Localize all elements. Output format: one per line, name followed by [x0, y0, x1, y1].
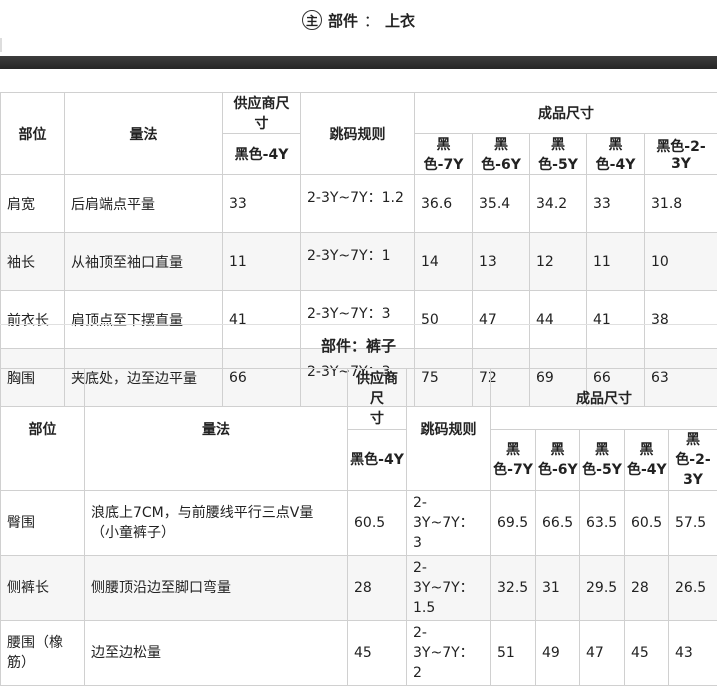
- section-sep: ：: [351, 335, 366, 356]
- cell-value: 13: [473, 233, 530, 291]
- header-size: 黑色-6Y: [536, 430, 580, 491]
- cell-value: 57.5: [669, 491, 717, 556]
- header-finished: 成品尺寸: [491, 369, 717, 430]
- header-supplier-size: 黑色-4Y: [348, 430, 407, 491]
- cell-supplier: 33: [223, 175, 301, 233]
- cell-value: 28: [625, 556, 669, 621]
- header-size: 黑色-4Y: [625, 430, 669, 491]
- cell-value: 45: [625, 621, 669, 686]
- divider: [0, 38, 2, 52]
- divider-bar: [0, 56, 717, 69]
- cell-rule: 2-3Y~7Y：3: [407, 491, 491, 556]
- header-rule: 跳码规则: [407, 369, 491, 491]
- header-size: 黑色-6Y: [473, 134, 530, 175]
- cell-value: 66.5: [536, 491, 580, 556]
- cell-supplier: 28: [348, 556, 407, 621]
- header-supplier-size: 黑色-4Y: [223, 134, 301, 175]
- cell-value: 33: [587, 175, 645, 233]
- cell-rule: 2-3Y~7Y：1.2: [301, 175, 415, 233]
- table-row: 袖长 从袖顶至袖口直量 11 2-3Y~7Y：1 14 13 12 11 10: [1, 233, 717, 291]
- cell-method: 浪底上7CM，与前腰线平行三点V量（小童裤子）: [85, 491, 348, 556]
- cell-value: 49: [536, 621, 580, 686]
- cell-value: 35.4: [473, 175, 530, 233]
- cell-value: 26.5: [669, 556, 717, 621]
- header-rule: 跳码规则: [301, 93, 415, 175]
- table-row: 肩宽 后肩端点平量 33 2-3Y~7Y：1.2 36.6 35.4 34.2 …: [1, 175, 717, 233]
- header-supplier: 供应商尺寸: [348, 369, 407, 430]
- section-label: 部件: [321, 335, 351, 356]
- header-size: 黑色-5Y: [530, 134, 587, 175]
- header-part: 部位: [1, 93, 65, 175]
- header-size: 黑色-4Y: [587, 134, 645, 175]
- cell-value: 43: [669, 621, 717, 686]
- pants-size-table: 部位 量法 供应商尺寸 跳码规则 成品尺寸 黑色-4Y 黑色-7Y 黑色-6Y …: [0, 368, 717, 686]
- cell-supplier: 11: [223, 233, 301, 291]
- cell-value: 34.2: [530, 175, 587, 233]
- cell-value: 63.5: [580, 491, 625, 556]
- cell-rule: 2-3Y~7Y：1.5: [407, 556, 491, 621]
- page-title: 主 部件 ： 上衣: [0, 0, 717, 40]
- cell-part: 腰围（橡筋）: [1, 621, 85, 686]
- cell-value: 11: [587, 233, 645, 291]
- header-size: 黑色-7Y: [491, 430, 536, 491]
- cell-supplier: 60.5: [348, 491, 407, 556]
- cell-part: 袖长: [1, 233, 65, 291]
- cell-value: 12: [530, 233, 587, 291]
- cell-supplier: 45: [348, 621, 407, 686]
- header-finished: 成品尺寸: [415, 93, 717, 134]
- cell-value: 32.5: [491, 556, 536, 621]
- cell-value: 10: [645, 233, 717, 291]
- section-title: 部件：裤子: [0, 324, 717, 366]
- cell-value: 29.5: [580, 556, 625, 621]
- header-size: 黑色-2-3Y: [645, 134, 717, 175]
- cell-part: 肩宽: [1, 175, 65, 233]
- cell-value: 36.6: [415, 175, 473, 233]
- table-row: 臀围 浪底上7CM，与前腰线平行三点V量（小童裤子） 60.5 2-3Y~7Y：…: [1, 491, 717, 556]
- table-row: 腰围（橡筋） 边至边松量 45 2-3Y~7Y：2 51 49 47 45 43: [1, 621, 717, 686]
- header-method: 量法: [85, 369, 348, 491]
- header-size: 黑色-2-3Y: [669, 430, 717, 491]
- main-badge-icon: 主: [302, 10, 322, 30]
- cell-part: 臀围: [1, 491, 85, 556]
- header-method: 量法: [65, 93, 223, 175]
- header-supplier: 供应商尺寸: [223, 93, 301, 134]
- cell-value: 31.8: [645, 175, 717, 233]
- header-size: 黑色-7Y: [415, 134, 473, 175]
- cell-rule: 2-3Y~7Y：2: [407, 621, 491, 686]
- header-size: 黑色-5Y: [580, 430, 625, 491]
- title-label: 部件: [328, 10, 358, 31]
- section-part: 裤子: [366, 335, 396, 356]
- cell-value: 14: [415, 233, 473, 291]
- cell-value: 47: [580, 621, 625, 686]
- title-sep: ：: [364, 10, 379, 31]
- cell-value: 60.5: [625, 491, 669, 556]
- cell-method: 侧腰顶沿边至脚口弯量: [85, 556, 348, 621]
- cell-value: 51: [491, 621, 536, 686]
- cell-value: 31: [536, 556, 580, 621]
- cell-method: 边至边松量: [85, 621, 348, 686]
- cell-part: 侧裤长: [1, 556, 85, 621]
- cell-rule: 2-3Y~7Y：1: [301, 233, 415, 291]
- table-row: 侧裤长 侧腰顶沿边至脚口弯量 28 2-3Y~7Y：1.5 32.5 31 29…: [1, 556, 717, 621]
- cell-method: 后肩端点平量: [65, 175, 223, 233]
- cell-value: 69.5: [491, 491, 536, 556]
- title-part: 上衣: [385, 10, 415, 31]
- cell-method: 从袖顶至袖口直量: [65, 233, 223, 291]
- header-part: 部位: [1, 369, 85, 491]
